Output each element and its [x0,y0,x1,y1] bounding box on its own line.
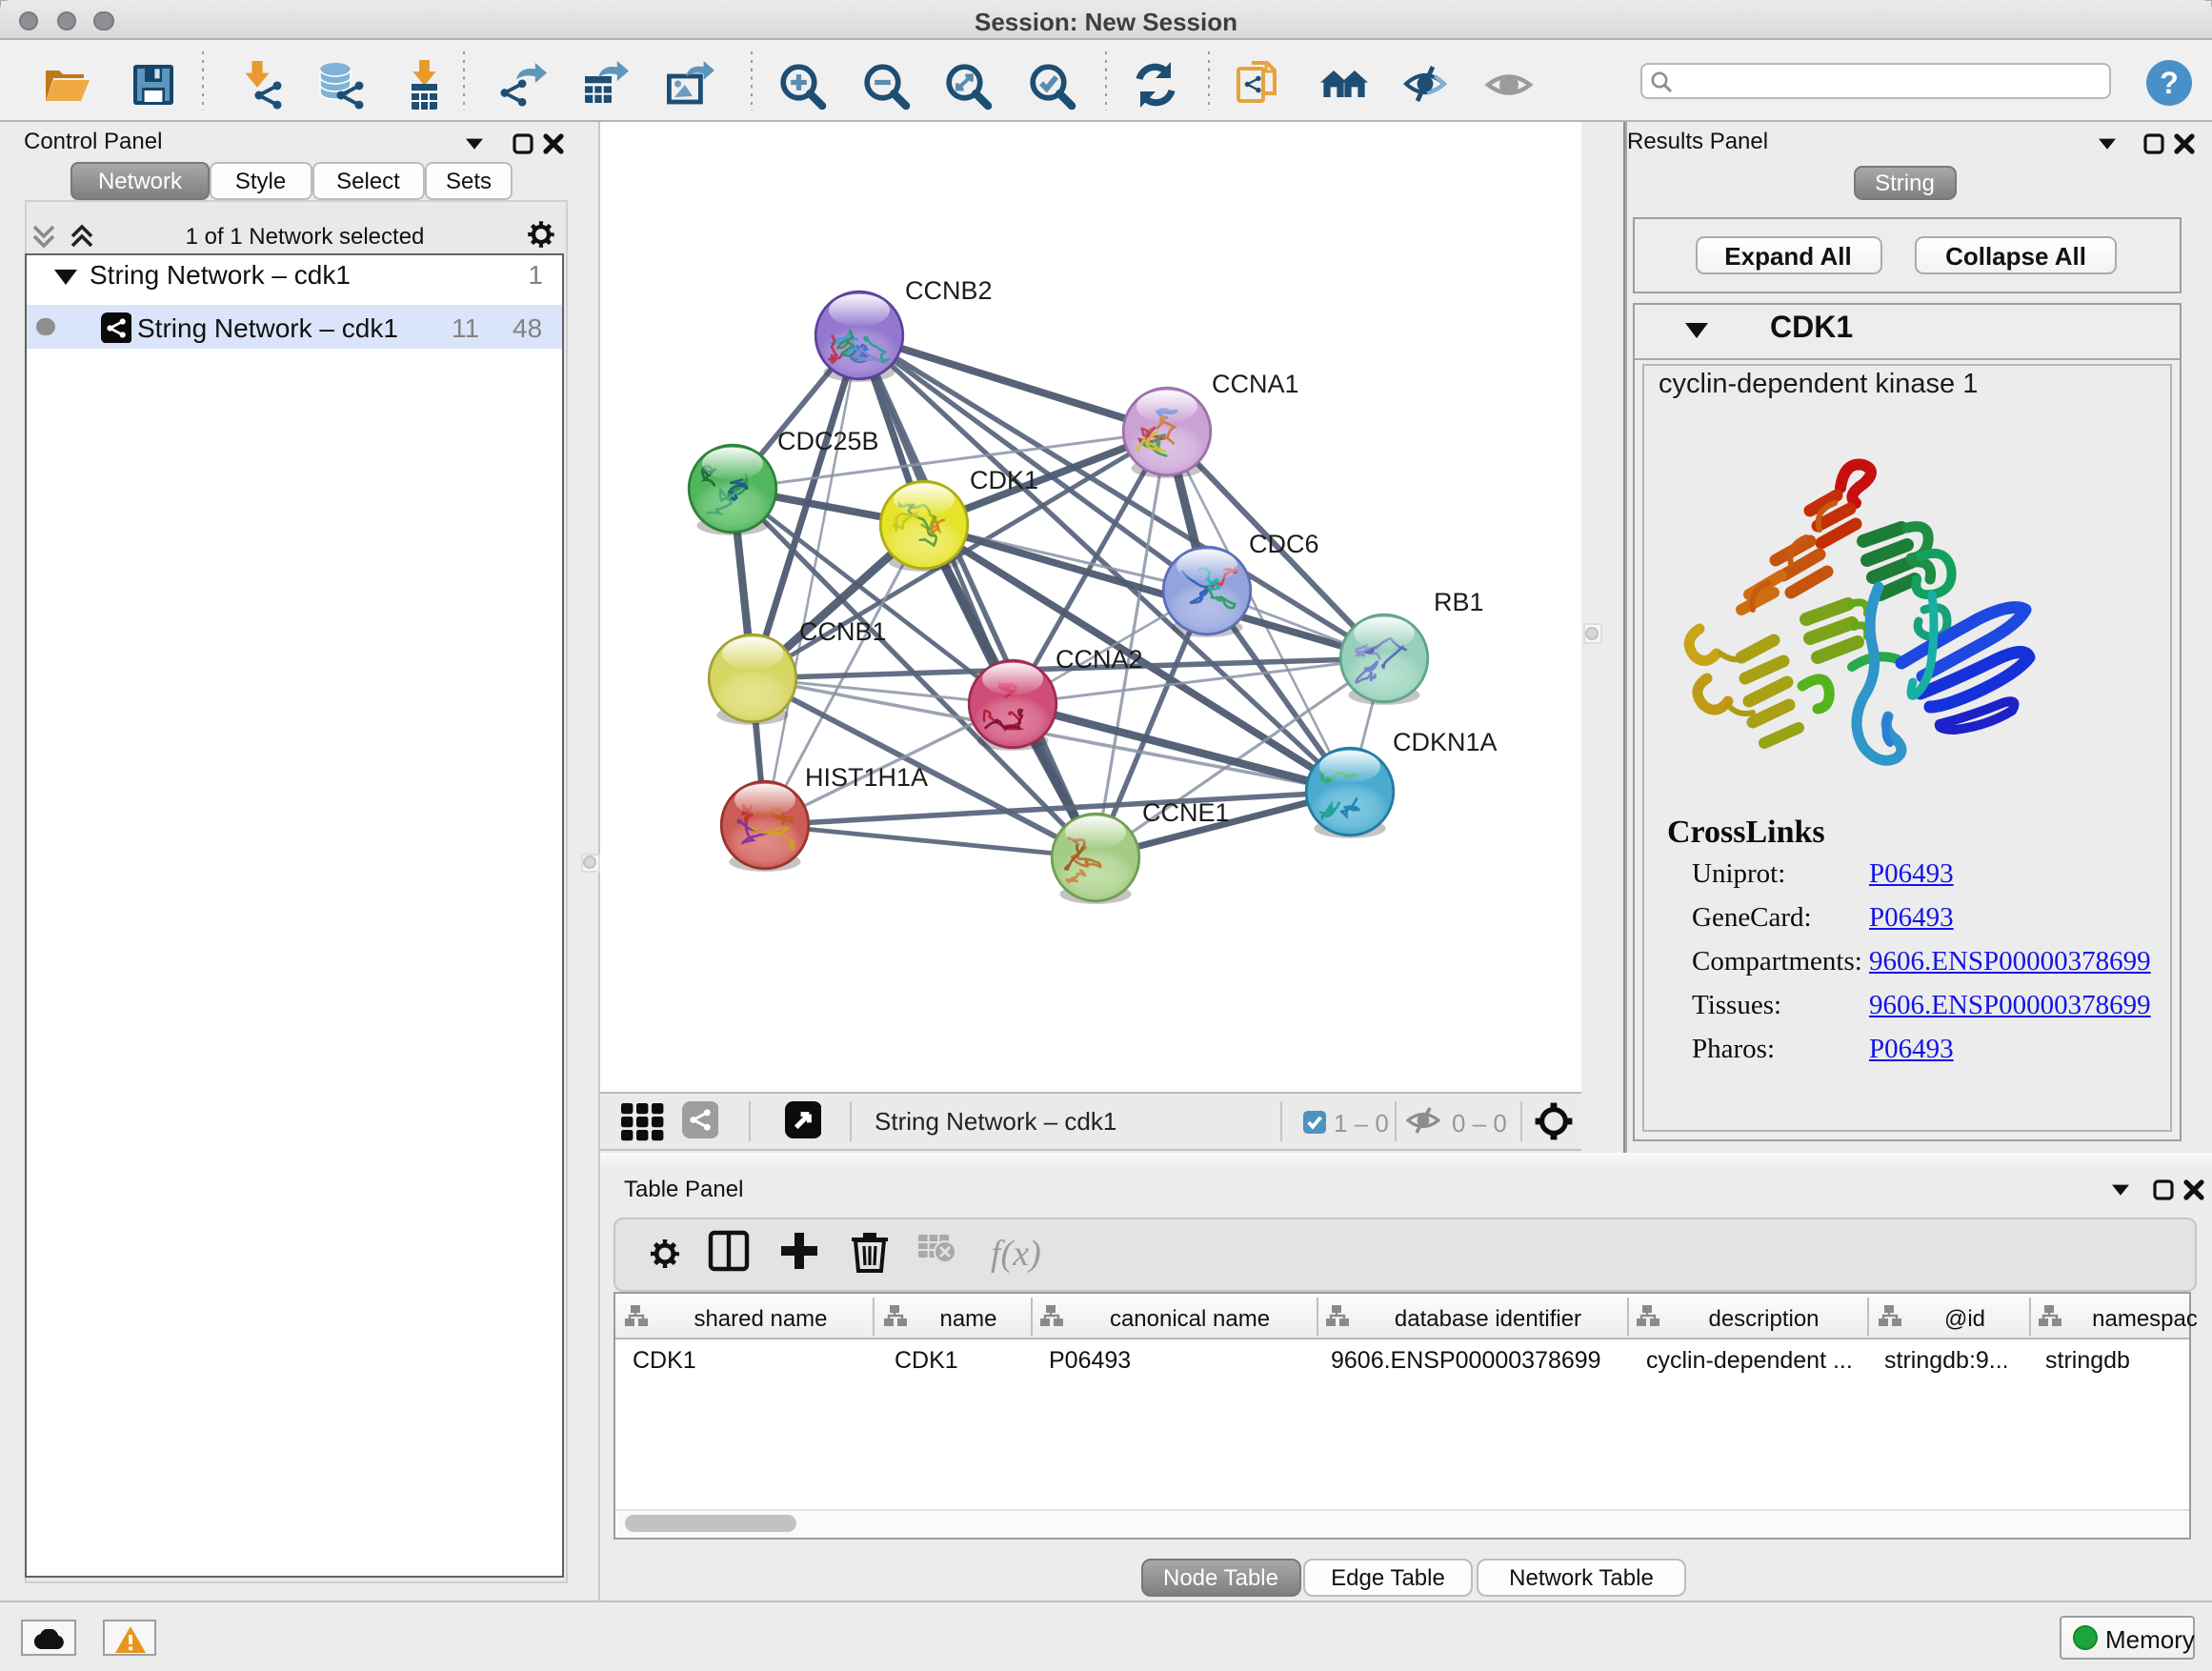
svg-text:CCNB2: CCNB2 [904,276,992,305]
svg-text:CDC25B: CDC25B [776,427,878,455]
svg-text:f(x): f(x) [991,1234,1041,1274]
svg-text:CDK1: CDK1 [969,466,1037,494]
svg-text:CCNB1: CCNB1 [798,617,886,646]
svg-text:CDC6: CDC6 [1248,530,1318,558]
svg-text:RB1: RB1 [1433,588,1483,616]
svg-text:CCNE1: CCNE1 [1141,798,1229,827]
svg-text:CCNA2: CCNA2 [1055,645,1142,674]
svg-text:CCNA1: CCNA1 [1211,370,1298,398]
svg-text:CDKN1A: CDKN1A [1392,728,1497,756]
svg-text:HIST1H1A: HIST1H1A [804,763,927,792]
svg-text:?: ? [2159,66,2178,100]
